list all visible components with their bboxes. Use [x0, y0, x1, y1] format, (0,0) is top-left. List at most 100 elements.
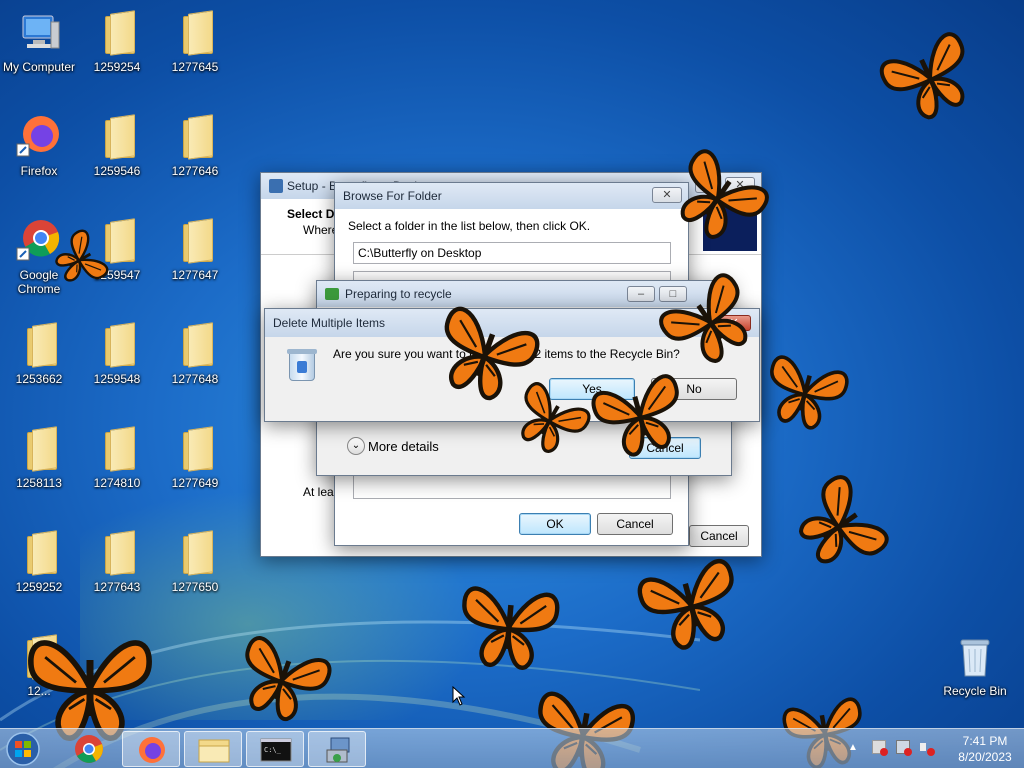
butterfly-decoration [879, 32, 965, 120]
more-details-toggle[interactable]: ⌄ More details [347, 437, 439, 455]
delete-title-bar[interactable]: Delete Multiple Items ✕ [265, 309, 759, 337]
taskbar-setup-installer[interactable] [308, 731, 366, 767]
butterfly-decoration [798, 475, 889, 564]
desktop-icon-label: Recycle Bin [943, 684, 1007, 698]
browse-path-field[interactable] [353, 242, 671, 264]
taskbar-command-prompt[interactable]: C:\_ [246, 731, 304, 767]
system-tray: ▲ 7:41 PM 8/20/2023 [834, 729, 1024, 768]
setup-cancel-button[interactable]: Cancel [689, 525, 749, 547]
show-hidden-icons-button[interactable]: ▲ [848, 742, 858, 753]
delete-yes-button[interactable]: Yes [549, 378, 635, 400]
folder-icon [19, 424, 59, 472]
desktop-icon-label: 1258113 [16, 476, 62, 490]
taskbar: C:\_ ▲ 7:41 PM 8/20/2023 [0, 728, 1024, 768]
folder-icon [97, 320, 137, 368]
desktop-icon-folder[interactable]: 1274810 [78, 424, 156, 490]
folder-icon [97, 112, 137, 160]
desktop-icon-folder[interactable]: 1259546 [78, 112, 156, 178]
butterfly-decoration [462, 586, 560, 670]
desktop-icon-folder[interactable]: 1277648 [156, 320, 234, 386]
recycle-icon [325, 288, 339, 300]
desktop-icon-folder[interactable]: 1259548 [78, 320, 156, 386]
taskbar-chrome[interactable] [60, 731, 118, 767]
browse-instruction: Select a folder in the list below, then … [348, 219, 591, 233]
recycle-title-bar[interactable]: Preparing to recycle – □ [317, 281, 731, 307]
setup-close-button[interactable]: ✕ [725, 177, 755, 193]
desktop-icon-folder[interactable]: 1277646 [156, 112, 234, 178]
more-details-label: More details [368, 438, 439, 454]
windows-orb-icon [6, 732, 40, 766]
desktop-icon-label: 1277648 [171, 372, 219, 386]
folder-icon [175, 8, 215, 56]
browse-cancel-button[interactable]: Cancel [597, 513, 673, 535]
desktop-icon-label: 1277646 [171, 164, 219, 178]
browse-close-button[interactable]: ✕ [652, 187, 682, 203]
recycle-bin-icon [287, 347, 317, 383]
desktop-icon-folder[interactable]: 1259254 [78, 8, 156, 74]
delete-confirm-dialog[interactable]: Delete Multiple Items ✕ Are you sure you… [264, 308, 760, 422]
delete-close-button[interactable]: ✕ [717, 315, 751, 331]
desktop-icon-folder[interactable]: 1277643 [78, 528, 156, 594]
browse-ok-button[interactable]: OK [519, 513, 591, 535]
desktop-icon-chrome[interactable]: Google Chrome [0, 216, 78, 296]
folder-icon [97, 8, 137, 56]
desktop-icon-label: My Computer [2, 60, 76, 74]
folder-icon [19, 320, 59, 368]
browse-title-bar[interactable]: Browse For Folder ✕ [335, 183, 688, 209]
chrome-icon [75, 735, 103, 763]
desktop-icon-label: 12... [27, 684, 51, 698]
volume-muted-icon[interactable] [920, 740, 935, 756]
setup-minimize-button[interactable]: – [695, 177, 721, 193]
installer-icon [326, 737, 350, 763]
action-center-flag-icon[interactable] [872, 740, 888, 756]
desktop-icon-folder[interactable]: 1258113 [0, 424, 78, 490]
setup-app-icon [269, 179, 283, 193]
desktop-icon-computer[interactable]: My Computer [0, 8, 78, 74]
folder-icon [175, 424, 215, 472]
browse-title: Browse For Folder [343, 189, 442, 203]
desktop-icon-label: Google Chrome [17, 268, 61, 296]
recycle-maximize-button[interactable]: □ [659, 286, 687, 302]
desktop-icon-label: 1277643 [93, 580, 141, 594]
desktop-icon-label: 1253662 [15, 372, 63, 386]
butterfly-decoration [637, 559, 734, 650]
mouse-cursor [452, 686, 466, 706]
folder-icon [175, 320, 215, 368]
folder-icon [198, 739, 230, 763]
desktop-icon-folder[interactable]: 1259252 [0, 528, 78, 594]
delete-no-button[interactable]: No [651, 378, 737, 400]
desktop-icon-folder[interactable]: 12... [0, 632, 78, 698]
folder-icon [175, 528, 215, 576]
recycle-title: Preparing to recycle [345, 287, 452, 301]
terminal-icon: C:\_ [260, 738, 292, 762]
butterfly-decoration [245, 636, 332, 722]
network-icon[interactable] [896, 740, 912, 756]
desktop-icon-label: 1259547 [93, 268, 141, 282]
desktop-icon-folder[interactable]: 1259547 [78, 216, 156, 282]
desktop-icon-label: 1277649 [171, 476, 219, 490]
desktop-icon-label: 1259254 [93, 60, 141, 74]
folder-icon [97, 528, 137, 576]
taskbar-firefox[interactable] [122, 731, 180, 767]
desktop-icon-label: 1259546 [93, 164, 141, 178]
start-button[interactable] [4, 731, 48, 767]
desktop-icon-folder[interactable]: 1277647 [156, 216, 234, 282]
chrome-icon [15, 216, 63, 264]
folder-icon [97, 424, 137, 472]
desktop-icon-folder[interactable]: 1277649 [156, 424, 234, 490]
folder-icon [19, 632, 59, 680]
recycle-minimize-button[interactable]: – [627, 286, 655, 302]
desktop-icon-folder[interactable]: 1253662 [0, 320, 78, 386]
delete-title: Delete Multiple Items [273, 316, 386, 330]
clock[interactable]: 7:41 PM 8/20/2023 [950, 733, 1020, 765]
desktop-icon-recycle[interactable]: Recycle Bin [936, 632, 1014, 698]
taskbar-file-explorer[interactable] [184, 731, 242, 767]
computer-icon [15, 8, 63, 56]
desktop-icon-folder[interactable]: 1277645 [156, 8, 234, 74]
desktop-icon-folder[interactable]: 1277650 [156, 528, 234, 594]
recycle-cancel-button[interactable]: Cancel [629, 437, 701, 459]
desktop-icon-label: 1259252 [15, 580, 63, 594]
desktop-icon-label: 1277647 [171, 268, 219, 282]
desktop-icon-firefox[interactable]: Firefox [0, 112, 78, 178]
recycle-icon [951, 632, 999, 680]
